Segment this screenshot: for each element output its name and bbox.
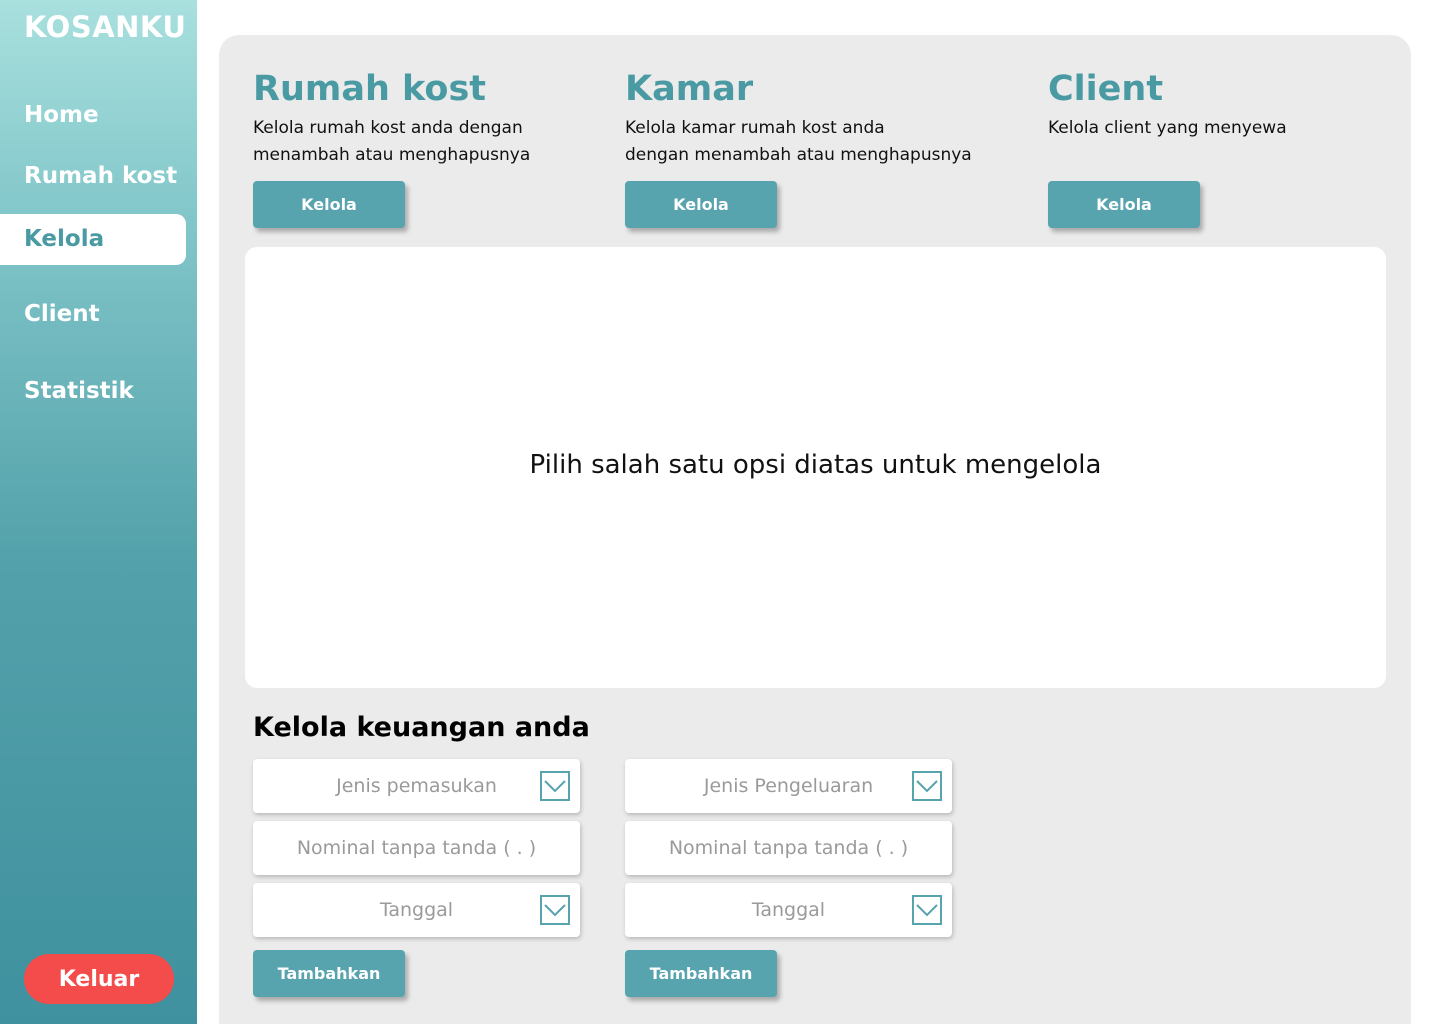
kelola-kamar-button[interactable]: Kelola — [625, 181, 777, 228]
chevron-down-icon[interactable] — [540, 895, 570, 925]
chevron-down-icon[interactable] — [540, 771, 570, 801]
card-client: Client Kelola client yang menyewa — [1048, 69, 1287, 142]
content-area: Pilih salah satu opsi diatas untuk menge… — [245, 247, 1386, 688]
sidebar-item-home[interactable]: Home — [24, 102, 99, 128]
card-description: Kelola client yang menyewa — [1048, 115, 1287, 142]
expense-date-placeholder: Tanggal — [751, 899, 826, 921]
expense-amount-placeholder: Nominal tanpa tanda ( . ) — [668, 837, 909, 859]
card-description: Kelola kamar rumah kost anda dengan mena… — [625, 115, 972, 169]
income-date-placeholder: Tanggal — [379, 899, 454, 921]
card-description-line: Kelola kamar rumah kost anda — [625, 118, 885, 138]
income-type-placeholder: Jenis pemasukan — [253, 759, 580, 813]
add-expense-button[interactable]: Tambahkan — [625, 950, 777, 997]
card-title: Rumah kost — [253, 69, 487, 109]
logout-button[interactable]: Keluar — [24, 954, 174, 1004]
sidebar-item-statistik[interactable]: Statistik — [24, 378, 134, 404]
income-date-select[interactable]: Tanggal — [253, 883, 580, 937]
add-income-button[interactable]: Tambahkan — [253, 950, 405, 997]
income-amount-input[interactable]: Nominal tanpa tanda ( . ) — [253, 821, 580, 875]
empty-state-message: Pilih salah satu opsi diatas untuk menge… — [529, 450, 1102, 480]
expense-type-select[interactable]: Jenis Pengeluaran — [625, 759, 952, 813]
card-title: Client — [1048, 69, 1164, 109]
finance-title: Kelola keuangan anda — [253, 712, 590, 743]
expense-amount-input[interactable]: Nominal tanpa tanda ( . ) — [625, 821, 952, 875]
sidebar-item-rumah-kost[interactable]: Rumah kost — [24, 163, 177, 189]
chevron-down-icon[interactable] — [912, 895, 942, 925]
kelola-rumah-kost-button[interactable]: Kelola — [253, 181, 405, 228]
brand-logo: KOSANKU — [24, 10, 187, 44]
card-description-line: dengan menambah atau menghapusnya — [625, 145, 972, 165]
sidebar-item-kelola[interactable]: Kelola — [0, 214, 186, 265]
card-description-line: menambah atau menghapusnya — [253, 145, 531, 165]
income-amount-placeholder: Nominal tanpa tanda ( . ) — [296, 837, 537, 859]
chevron-down-icon[interactable] — [912, 771, 942, 801]
expense-type-placeholder: Jenis Pengeluaran — [703, 775, 874, 797]
card-title: Kamar — [625, 69, 754, 109]
card-rumah-kost: Rumah kost Kelola rumah kost anda dengan… — [253, 69, 530, 169]
kelola-client-button[interactable]: Kelola — [1048, 181, 1200, 228]
card-kamar: Kamar Kelola kamar rumah kost anda denga… — [625, 69, 972, 169]
income-type-select[interactable]: Jenis pemasukan — [253, 759, 580, 813]
sidebar-item-client[interactable]: Client — [24, 301, 100, 327]
main-panel: Rumah kost Kelola rumah kost anda dengan… — [219, 35, 1411, 1024]
card-description: Kelola rumah kost anda dengan menambah a… — [253, 115, 530, 169]
sidebar: KOSANKU Home Rumah kost Kelola Client St… — [0, 0, 197, 1024]
income-type-text: Jenis pemasukan — [336, 775, 497, 797]
card-description-line: Kelola client yang menyewa — [1048, 118, 1287, 138]
card-description-line: Kelola rumah kost anda dengan — [253, 118, 523, 138]
expense-date-select[interactable]: Tanggal — [625, 883, 952, 937]
